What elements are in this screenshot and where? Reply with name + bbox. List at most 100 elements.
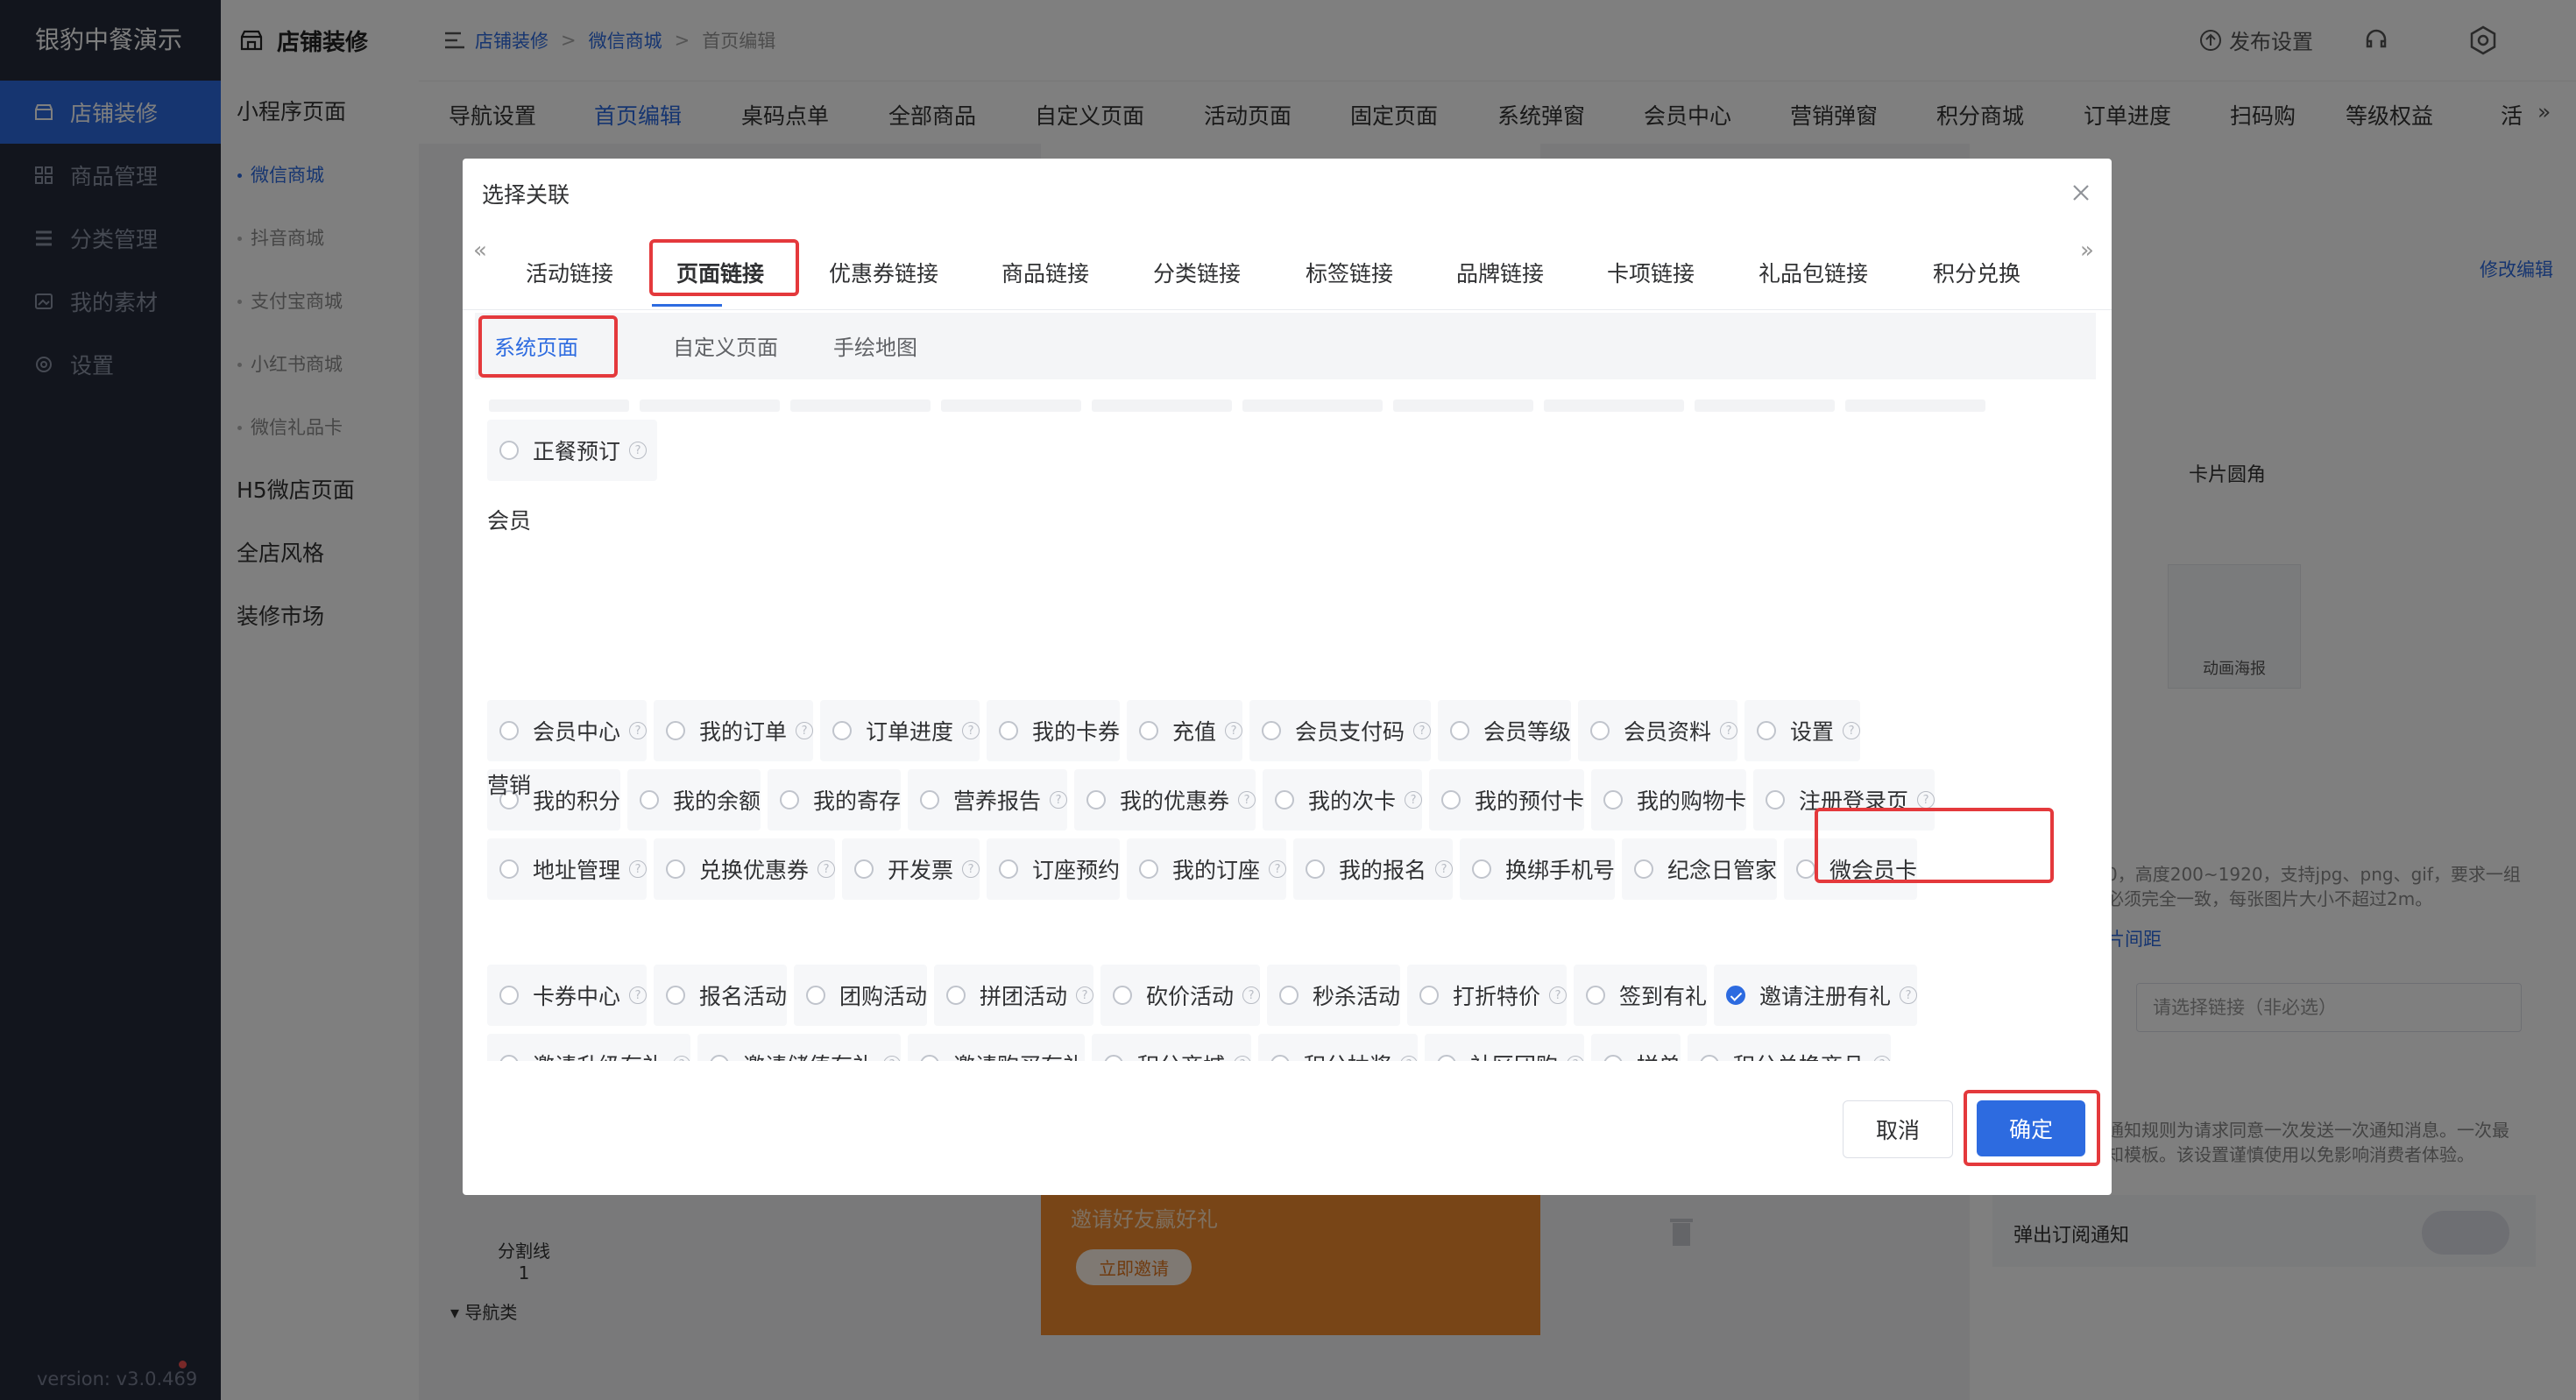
help-icon: ? bbox=[1269, 860, 1287, 878]
option-item[interactable]: 报名活动 bbox=[654, 965, 787, 1026]
radio bbox=[1603, 790, 1623, 810]
option-item[interactable]: 积分商城? bbox=[1092, 1034, 1252, 1061]
option-item[interactable]: 会员支付码? bbox=[1249, 700, 1432, 761]
option-label: 我的优惠券 bbox=[1120, 788, 1230, 814]
tab-category-links[interactable]: 分类链接 bbox=[1153, 257, 1241, 288]
option-label: 积分抽奖 bbox=[1304, 1049, 1391, 1061]
radio bbox=[946, 986, 966, 1005]
option-item[interactable]: 会员资料? bbox=[1578, 700, 1738, 761]
radio bbox=[499, 1055, 519, 1061]
radio bbox=[666, 859, 685, 879]
option-label: 我的次卡 bbox=[1308, 788, 1397, 814]
tabs-next-icon[interactable]: » bbox=[2080, 237, 2094, 264]
close-icon[interactable] bbox=[2068, 180, 2094, 206]
option-label: 会员资料 bbox=[1624, 719, 1712, 745]
tab-brand-links[interactable]: 品牌链接 bbox=[1456, 257, 1544, 288]
option-item[interactable]: 邀请升级有礼? bbox=[487, 1034, 691, 1061]
option-item[interactable]: 社区团购? bbox=[1425, 1034, 1585, 1061]
option-item[interactable]: 会员中心? bbox=[487, 700, 648, 761]
option-item[interactable]: 订单进度? bbox=[820, 700, 980, 761]
option-item[interactable]: 订座预约 bbox=[987, 838, 1120, 900]
highlight-page-links-tab bbox=[649, 239, 799, 296]
option-item[interactable]: 会员等级 bbox=[1438, 700, 1571, 761]
option-item[interactable]: 我的次卡? bbox=[1263, 769, 1423, 831]
group-label-member: 会员 bbox=[487, 508, 532, 534]
option-item[interactable]: 我的预付卡 bbox=[1429, 769, 1584, 831]
subtab-hand-drawn-map[interactable]: 手绘地图 bbox=[833, 330, 917, 361]
option-item[interactable]: 邀请储值有礼? bbox=[697, 1034, 902, 1061]
tab-tag-links[interactable]: 标签链接 bbox=[1306, 257, 1393, 288]
option-item[interactable]: 换绑手机号 bbox=[1460, 838, 1615, 900]
option-item[interactable]: 我的卡券 bbox=[987, 700, 1120, 761]
option-item[interactable]: 拼单 bbox=[1591, 1034, 1681, 1061]
radio bbox=[920, 790, 939, 810]
option-item[interactable]: 砍价活动? bbox=[1100, 965, 1261, 1026]
option-item[interactable]: 我的订座? bbox=[1127, 838, 1287, 900]
tab-activity-links[interactable]: 活动链接 bbox=[526, 257, 613, 288]
help-icon: ? bbox=[962, 860, 980, 878]
option-label: 我的积分 bbox=[533, 788, 621, 814]
help-icon: ? bbox=[1400, 1056, 1419, 1061]
option-item[interactable]: 纪念日管家 bbox=[1622, 838, 1777, 900]
highlight-confirm-button bbox=[1964, 1090, 2100, 1166]
option-label: 正餐预订 bbox=[533, 439, 621, 464]
option-item[interactable]: 打折特价? bbox=[1407, 965, 1568, 1026]
option-item[interactable]: 邀请注册有礼? bbox=[1714, 965, 1918, 1026]
radio bbox=[1472, 859, 1491, 879]
radio-selected bbox=[1726, 986, 1745, 1005]
radio bbox=[1306, 859, 1325, 879]
option-item[interactable]: 设置? bbox=[1744, 700, 1861, 761]
option-item[interactable]: 我的余额 bbox=[627, 769, 761, 831]
help-icon: ? bbox=[1873, 1056, 1892, 1061]
option-label: 团购活动 bbox=[839, 984, 928, 1009]
option-label: 我的订座 bbox=[1172, 858, 1261, 883]
radio bbox=[999, 721, 1018, 740]
option-item[interactable]: 拼团活动? bbox=[934, 965, 1094, 1026]
option-item[interactable]: 开发票? bbox=[842, 838, 980, 900]
option-item[interactable]: 秒杀活动 bbox=[1267, 965, 1400, 1026]
option-label: 我的卡券 bbox=[1032, 719, 1121, 745]
option-item[interactable]: 团购活动 bbox=[794, 965, 927, 1026]
option-item[interactable]: 我的订单? bbox=[654, 700, 814, 761]
option-label: 我的预付卡 bbox=[1475, 788, 1585, 814]
option-label: 邀请升级有礼 bbox=[533, 1049, 664, 1061]
option-item[interactable]: 邀请购买有礼 bbox=[908, 1034, 1085, 1061]
tab-points-exchange[interactable]: 积分兑换 bbox=[1933, 257, 2020, 288]
radio bbox=[640, 790, 659, 810]
option-label: 换绑手机号 bbox=[1505, 858, 1616, 883]
option-label: 纪念日管家 bbox=[1667, 858, 1778, 883]
radio bbox=[666, 986, 685, 1005]
highlight-invite-register-option bbox=[1815, 808, 2054, 883]
option-item[interactable]: 签到有礼 bbox=[1574, 965, 1707, 1026]
option-item[interactable]: 我的购物卡 bbox=[1591, 769, 1746, 831]
tabs-prev-icon[interactable]: « bbox=[473, 237, 487, 264]
option-item[interactable]: 充值? bbox=[1127, 700, 1243, 761]
option-item[interactable]: 积分抽奖? bbox=[1258, 1034, 1419, 1061]
radio bbox=[499, 441, 519, 460]
option-item[interactable]: 兑换优惠券? bbox=[654, 838, 836, 900]
help-icon: ? bbox=[1435, 860, 1454, 878]
dialog-title: 选择关联 bbox=[482, 182, 570, 208]
help-icon: ? bbox=[629, 860, 648, 878]
option-item[interactable]: 地址管理? bbox=[487, 838, 648, 900]
tab-card-links[interactable]: 卡项链接 bbox=[1607, 257, 1695, 288]
option-item[interactable]: 我的报名? bbox=[1293, 838, 1454, 900]
option-label: 邀请注册有礼 bbox=[1759, 984, 1892, 1009]
option-item[interactable]: 我的寄存 bbox=[768, 769, 901, 831]
cancel-button[interactable]: 取消 bbox=[1843, 1100, 1953, 1158]
option-label: 秒杀活动 bbox=[1313, 984, 1401, 1009]
option-item[interactable]: 积分兑换商品? bbox=[1688, 1034, 1892, 1061]
option-label: 邀请购买有礼 bbox=[953, 1049, 1085, 1061]
option-label: 积分兑换商品 bbox=[1733, 1049, 1865, 1061]
tab-coupon-links[interactable]: 优惠券链接 bbox=[829, 257, 938, 288]
option-label: 我的余额 bbox=[673, 788, 761, 814]
tab-gift-pack-links[interactable]: 礼品包链接 bbox=[1759, 257, 1868, 288]
option-dinner-reservation[interactable]: 正餐预订 ? bbox=[487, 420, 658, 481]
help-icon: ? bbox=[1076, 986, 1094, 1004]
option-item[interactable]: 我的优惠券? bbox=[1074, 769, 1256, 831]
tab-product-links[interactable]: 商品链接 bbox=[1001, 257, 1089, 288]
subtab-custom-pages[interactable]: 自定义页面 bbox=[673, 330, 778, 361]
radio bbox=[1270, 1055, 1290, 1061]
option-item[interactable]: 营养报告? bbox=[908, 769, 1068, 831]
option-item[interactable]: 卡券中心? bbox=[487, 965, 648, 1026]
